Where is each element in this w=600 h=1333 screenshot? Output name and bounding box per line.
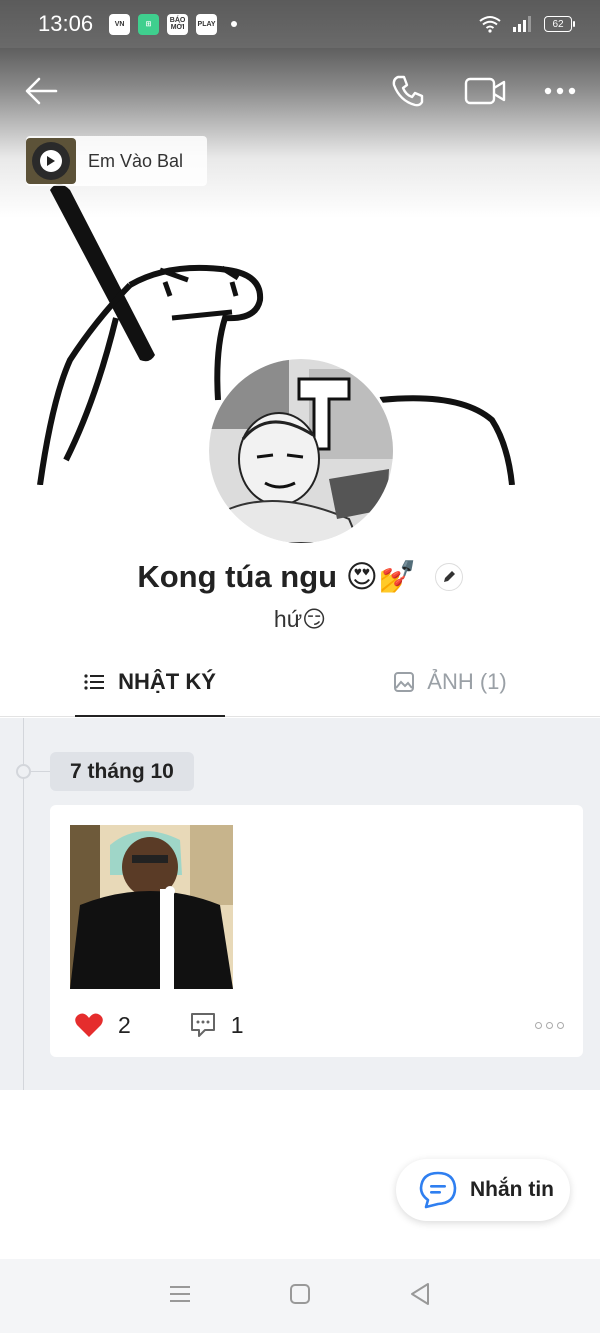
comment-icon [190,1013,215,1037]
status-time: 13:06 [38,11,94,36]
wifi-icon [479,16,501,33]
vn-express-app-icon: VN [109,13,131,35]
more-dot-icon [535,1021,542,1029]
tab-photos-label: ẢNH (1) [427,668,507,694]
notification-dot-icon [231,21,238,27]
more-dot-icon [546,1021,553,1029]
tab-photos[interactable]: ẢNH (1) [300,647,600,716]
video-camera-icon [464,77,506,105]
tab-diary[interactable]: NHẬT KÝ [0,647,300,717]
timeline-node [16,764,31,779]
back-button[interactable] [24,76,58,106]
tab-diary-label: NHẬT KÝ [118,668,216,694]
send-message-button[interactable]: Nhắn tin [396,1159,570,1221]
like-count: 2 [118,1011,131,1038]
home-button[interactable] [289,1283,311,1310]
bao-moi-app-icon: BÁO MỚI [167,13,189,35]
profile-name-row: Kong túa ngu 😍💅 [0,558,600,595]
music-title: Em Vào Bal [88,150,184,171]
list-icon [84,673,105,690]
arrow-left-icon [25,77,58,105]
signal-icon [513,16,531,32]
post-card[interactable]: 2 1 [50,805,583,1057]
calendar-app-icon: ⊞ [138,13,160,35]
edit-name-button[interactable] [434,562,463,591]
post-actions: 2 1 [74,1009,564,1041]
image-gallery-icon [394,671,415,692]
recent-apps-button[interactable] [169,1284,191,1309]
system-navigation-bar [0,1259,600,1333]
play-app-icon: PLAY [196,13,218,35]
profile-tabs: NHẬT KÝ ẢNH (1) [0,647,600,717]
heart-icon [75,1013,103,1037]
diary-feed: 7 tháng 10 2 1 [0,718,600,1090]
back-nav-button[interactable] [409,1282,431,1311]
pencil-icon [443,570,455,582]
menu-lines-icon [170,1285,190,1302]
timeline-connector [31,771,50,772]
status-bar: 13:06 VN ⊞ BÁO MỚI PLAY 62 [0,0,600,48]
post-image[interactable] [70,825,233,989]
more-horizontal-icon [544,87,576,95]
top-navigation [0,48,600,134]
chat-bubble-icon [419,1171,457,1209]
post-date-chip: 7 tháng 10 [50,752,194,791]
play-icon [40,150,62,172]
more-dot-icon [557,1021,564,1029]
profile-status-text: hứ😏 [273,606,327,632]
status-right: 62 [478,15,575,33]
profile-avatar[interactable] [206,356,396,546]
status-app-icons: VN ⊞ BÁO MỚI PLAY [109,13,238,35]
triangle-back-icon [411,1282,429,1305]
top-nav-actions [390,73,576,109]
phone-icon [392,75,424,107]
more-options-button[interactable] [544,86,576,96]
square-icon [290,1283,310,1304]
post-more-button[interactable] [535,1021,564,1029]
music-thumbnail [26,138,76,184]
video-call-button[interactable] [464,76,506,106]
comment-count: 1 [230,1011,244,1038]
avatar-manga-image [209,359,393,543]
post-photo [70,825,233,989]
battery-icon: 62 [544,16,575,32]
comment-button[interactable]: 1 [189,1011,244,1039]
profile-music-chip[interactable]: Em Vào Bal [26,136,208,186]
like-button[interactable]: 2 [74,1012,131,1039]
send-message-label: Nhắn tin [470,1178,554,1201]
profile-name: Kong túa ngu 😍💅 [137,559,417,594]
voice-call-button[interactable] [390,73,426,109]
